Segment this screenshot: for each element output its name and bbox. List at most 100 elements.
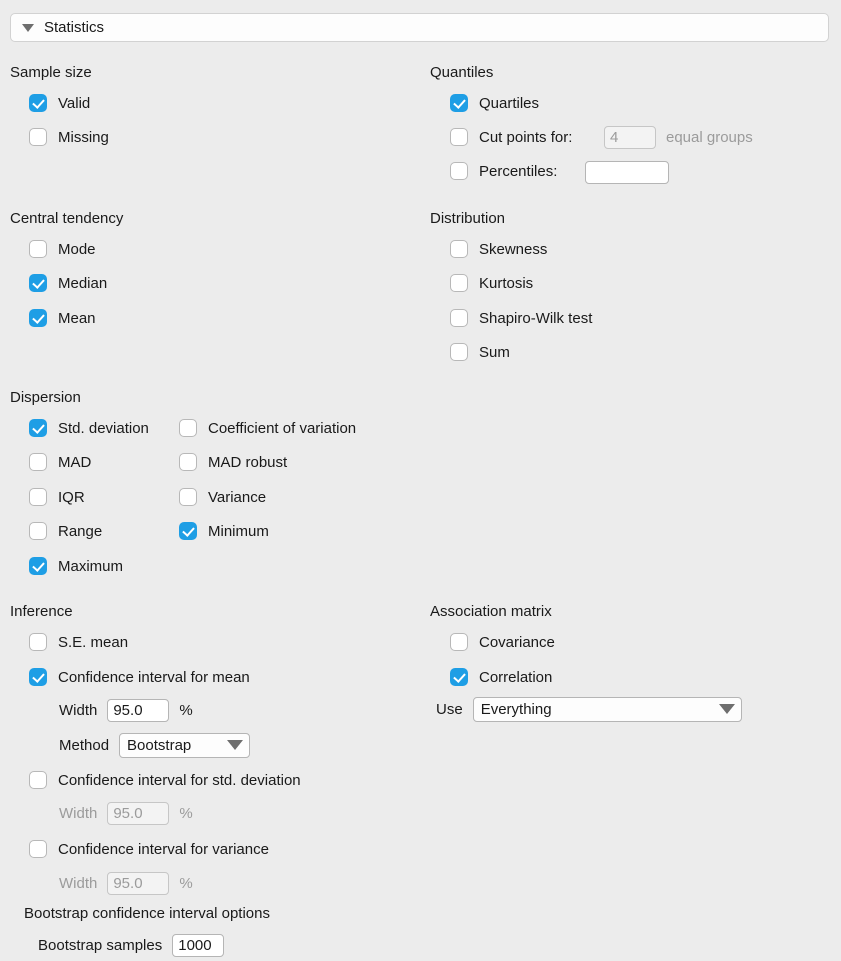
checkbox-iqr[interactable] [29, 488, 47, 506]
ci-variance-width-input[interactable] [107, 871, 170, 895]
checkbox-mad[interactable] [29, 453, 47, 471]
checkbox-row-range[interactable]: Range [29, 521, 102, 541]
ci-mean-width-input[interactable] [107, 698, 170, 722]
checkbox-row-minimum[interactable]: Minimum [179, 521, 269, 541]
ci-mean-width-row: Width % [59, 698, 193, 722]
ci-variance-width-row: Width % [59, 871, 193, 895]
use-row: Use Everything [436, 696, 742, 722]
checkbox-row-mad-robust[interactable]: MAD robust [179, 452, 287, 472]
checkbox-label-minimum: Minimum [208, 522, 269, 540]
checkbox-row-missing[interactable]: Missing [29, 127, 109, 147]
checkbox-label-mode: Mode [58, 240, 96, 258]
ci-sd-width-label: Width [59, 804, 98, 822]
chevron-down-icon [227, 740, 244, 750]
checkbox-row-median[interactable]: Median [29, 273, 107, 293]
checkbox-label-missing: Missing [58, 128, 109, 146]
checkbox-row-mad[interactable]: MAD [29, 452, 91, 472]
checkbox-ci-variance[interactable] [29, 840, 47, 858]
checkbox-row-cut-points[interactable]: Cut points for: [450, 127, 572, 147]
checkbox-row-mean[interactable]: Mean [29, 308, 96, 328]
bootstrap-samples-input[interactable] [172, 933, 225, 957]
checkbox-skewness[interactable] [450, 240, 468, 258]
ci-mean-width-unit: % [179, 701, 193, 719]
ci-mean-width-label: Width [59, 701, 98, 719]
checkbox-mean[interactable] [29, 309, 47, 327]
use-label: Use [436, 700, 463, 718]
checkbox-row-ci-std-deviation[interactable]: Confidence interval for std. deviation [29, 770, 301, 790]
cut-points-field-row: equal groups [604, 125, 753, 149]
checkbox-mode[interactable] [29, 240, 47, 258]
checkbox-label-valid: Valid [58, 94, 91, 112]
checkbox-covariance[interactable] [450, 633, 468, 651]
checkbox-label-shapiro-wilk-test: Shapiro-Wilk test [479, 309, 593, 327]
checkbox-valid[interactable] [29, 94, 47, 112]
checkbox-maximum[interactable] [29, 557, 47, 575]
checkbox-row-variance[interactable]: Variance [179, 487, 266, 507]
checkbox-ci-std-deviation[interactable] [29, 771, 47, 789]
checkbox-row-sum[interactable]: Sum [450, 342, 510, 362]
use-dropdown-value: Everything [480, 700, 552, 718]
checkbox-correlation[interactable] [450, 668, 468, 686]
checkbox-median[interactable] [29, 274, 47, 292]
checkbox-row-percentiles[interactable]: Percentiles: [450, 161, 557, 181]
group-title-sample-size: Sample size [10, 64, 92, 81]
use-dropdown[interactable]: Everything [472, 696, 742, 722]
checkbox-label-cut-points: Cut points for: [479, 128, 573, 146]
checkbox-row-coefficient-of-variation[interactable]: Coefficient of variation [179, 418, 356, 438]
checkbox-row-quartiles[interactable]: Quartiles [450, 93, 539, 113]
checkbox-mad-robust[interactable] [179, 453, 197, 471]
ci-sd-width-unit: % [179, 804, 193, 822]
checkbox-row-correlation[interactable]: Correlation [450, 667, 552, 687]
checkbox-range[interactable] [29, 522, 47, 540]
checkbox-percentiles[interactable] [450, 162, 468, 180]
checkbox-label-sum: Sum [479, 343, 510, 361]
checkbox-se-mean[interactable] [29, 633, 47, 651]
checkbox-row-maximum[interactable]: Maximum [29, 556, 123, 576]
checkbox-label-quartiles: Quartiles [479, 94, 540, 112]
checkbox-row-iqr[interactable]: IQR [29, 487, 85, 507]
checkbox-label-correlation: Correlation [479, 668, 553, 686]
checkbox-variance[interactable] [179, 488, 197, 506]
checkbox-shapiro-wilk-test[interactable] [450, 309, 468, 327]
checkbox-row-ci-mean[interactable]: Confidence interval for mean [29, 667, 250, 687]
ci-variance-width-unit: % [179, 874, 193, 892]
checkbox-row-se-mean[interactable]: S.E. mean [29, 632, 128, 652]
ci-variance-width-label: Width [59, 874, 98, 892]
checkbox-row-shapiro-wilk-test[interactable]: Shapiro-Wilk test [450, 308, 592, 328]
checkbox-row-std-deviation[interactable]: Std. deviation [29, 418, 149, 438]
group-title-central-tendency: Central tendency [10, 210, 124, 227]
checkbox-sum[interactable] [450, 343, 468, 361]
checkbox-missing[interactable] [29, 128, 47, 146]
checkbox-kurtosis[interactable] [450, 274, 468, 292]
checkbox-std-deviation[interactable] [29, 419, 47, 437]
checkbox-label-ci-variance: Confidence interval for variance [58, 840, 269, 858]
method-label: Method [59, 736, 110, 754]
cut-points-input[interactable] [604, 125, 656, 149]
percentiles-field-row [585, 160, 669, 184]
ci-sd-width-row: Width % [59, 801, 193, 825]
checkbox-row-covariance[interactable]: Covariance [450, 632, 555, 652]
triangle-down-icon [22, 23, 34, 32]
group-title-association-matrix: Association matrix [430, 603, 552, 620]
checkbox-cut-points[interactable] [450, 128, 468, 146]
checkbox-row-valid[interactable]: Valid [29, 93, 90, 113]
checkbox-coefficient-of-variation[interactable] [179, 419, 197, 437]
group-title-distribution: Distribution [430, 210, 506, 227]
ci-sd-width-input[interactable] [107, 801, 170, 825]
checkbox-row-kurtosis[interactable]: Kurtosis [450, 273, 533, 293]
checkbox-label-covariance: Covariance [479, 633, 555, 651]
statistics-panel-header[interactable]: Statistics [10, 13, 829, 42]
checkbox-row-mode[interactable]: Mode [29, 239, 96, 259]
checkbox-minimum[interactable] [179, 522, 197, 540]
checkbox-quartiles[interactable] [450, 94, 468, 112]
checkbox-label-median: Median [58, 274, 108, 292]
percentiles-input[interactable] [585, 160, 669, 184]
checkbox-label-coefficient-of-variation: Coefficient of variation [208, 419, 357, 437]
checkbox-row-skewness[interactable]: Skewness [450, 239, 547, 259]
checkbox-label-percentiles: Percentiles: [479, 162, 558, 180]
checkbox-row-ci-variance[interactable]: Confidence interval for variance [29, 839, 269, 859]
method-dropdown[interactable]: Bootstrap [119, 732, 251, 758]
bootstrap-samples-row: Bootstrap samples [38, 933, 225, 957]
method-row: Method Bootstrap [59, 732, 251, 758]
checkbox-ci-mean[interactable] [29, 668, 47, 686]
